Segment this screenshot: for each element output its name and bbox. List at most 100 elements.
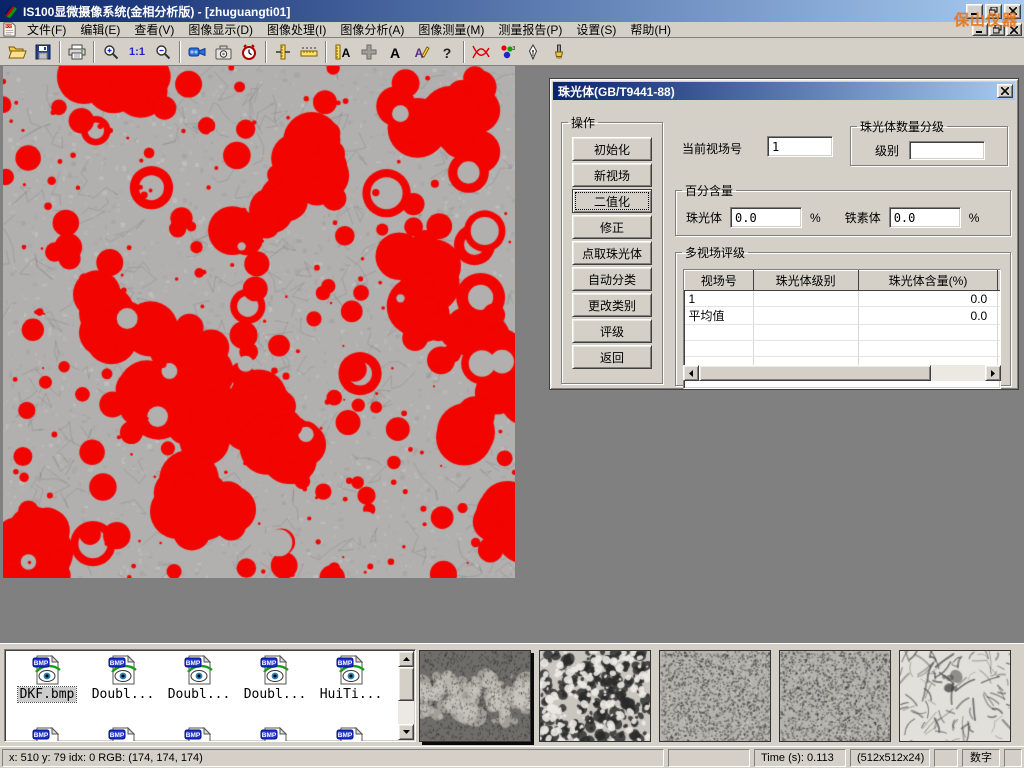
pearlite-percent-input[interactable] [730,207,802,228]
cell-grade [753,307,858,325]
toolbar-separator [93,41,95,63]
child-minimize-button[interactable] [972,23,988,36]
col-ferrite-content[interactable]: 铁素体含量(%) [998,271,1001,291]
col-pearlite-grade[interactable]: 珠光体级别 [753,271,858,291]
actual-size-button[interactable]: 1:1 [124,40,150,64]
minimize-button[interactable] [966,4,983,19]
thumbnail-3[interactable] [659,650,771,742]
document-icon[interactable]: DOC [2,22,17,37]
scroll-right-arrow[interactable] [985,365,1001,381]
file-item-doubl-2[interactable]: BMP Doubl... [161,654,237,702]
scroll-thumb[interactable] [699,365,931,381]
file-item[interactable]: BMP [313,726,389,742]
operations-group-label: 操作 [568,114,598,131]
open-file-button[interactable] [4,40,30,64]
dialog-close-button[interactable] [997,84,1013,98]
grid-cross-button[interactable] [356,40,382,64]
ruler-button[interactable] [296,40,322,64]
brush-tool-button[interactable] [546,40,572,64]
col-pearlite-content[interactable]: 珠光体含量(%) [858,271,997,291]
status-cursor-position: x: 510 y: 79 idx: 0 RGB: (174, 174, 174) [2,749,664,767]
video-camera-button[interactable] [184,40,210,64]
grade-button[interactable]: 评级 [572,319,652,343]
timer-clock-button[interactable] [236,40,262,64]
menu-help[interactable]: 帮助(H) [623,22,678,38]
grade-group-label: 珠光体数量分级 [857,118,947,135]
correct-button[interactable]: 修正 [572,215,652,239]
current-view-input[interactable] [767,136,833,157]
scroll-left-arrow[interactable] [683,365,699,381]
status-time: Time (s): 0.113 [754,749,846,767]
thumbnail-5[interactable] [899,650,1011,742]
file-item[interactable]: BMP [161,726,237,742]
menu-edit[interactable]: 编辑(E) [73,22,127,38]
multi-field-grading-group: 多视场评级 视场号 珠光体级别 珠光体含量(%) 铁素体含量(%) 1 [675,244,1011,386]
cell-view: 平均值 [685,307,754,325]
new-field-button[interactable]: 新视场 [572,163,652,187]
menu-settings[interactable]: 设置(S) [569,22,623,38]
child-restore-button[interactable] [989,23,1005,36]
file-item[interactable]: BMP [85,726,161,742]
child-close-button[interactable] [1006,23,1022,36]
window-title: IS100显微摄像系统(金相分析版) - [zhuguangti01] [23,3,290,20]
file-item[interactable]: BMP [9,726,85,742]
thumbnail-1[interactable] [419,650,531,742]
scroll-thumb[interactable] [398,667,414,701]
table-row[interactable]: 1 0.0 [685,291,1002,307]
pick-pearlite-button[interactable]: 点取珠光体 [572,241,652,265]
menu-image-analysis[interactable]: 图像分析(A) [333,22,411,38]
col-view-number[interactable]: 视场号 [685,271,754,291]
close-button[interactable] [1004,4,1021,19]
scroll-up-arrow[interactable] [398,651,414,667]
thumbnail-2[interactable] [539,650,651,742]
binarized-micrograph-image[interactable] [3,66,515,578]
file-item-dkf[interactable]: BMP DKF.bmp [9,654,85,702]
menu-image-processing[interactable]: 图像处理(I) [260,22,333,38]
capture-camera-button[interactable] [210,40,236,64]
restore-button[interactable] [985,4,1002,19]
file-item-doubl-1[interactable]: BMP Doubl... [85,654,161,702]
menu-image-measure[interactable]: 图像测量(M) [411,22,491,38]
print-button[interactable] [64,40,90,64]
file-item-doubl-3[interactable]: BMP Doubl... [237,654,313,702]
file-name: HuiTi... [320,687,383,702]
status-empty-panel [668,749,750,767]
ferrite-percent-input[interactable] [889,207,961,228]
caliper-button[interactable] [270,40,296,64]
menu-view[interactable]: 查看(V) [127,22,181,38]
measure-text-button[interactable]: A [330,40,356,64]
file-list-scrollbar[interactable] [398,651,414,740]
help-button[interactable]: ? [434,40,460,64]
dialog-title-bar[interactable]: 珠光体(GB/T9441-88) [553,82,1015,100]
text-button[interactable]: A [382,40,408,64]
scroll-down-arrow[interactable] [398,724,414,740]
bmp-file-icon: BMP [31,654,63,686]
auto-classify-button[interactable]: 自动分类 [572,267,652,291]
table-horizontal-scrollbar[interactable] [683,365,1001,381]
scroll-track[interactable] [931,365,985,381]
menu-measure-report[interactable]: 测量报告(P) [491,22,569,38]
save-button[interactable] [30,40,56,64]
binarize-button[interactable]: 二值化 [572,189,652,213]
return-button[interactable]: 返回 [572,345,652,369]
multi-field-grading-label: 多视场评级 [682,244,748,261]
zoom-in-button[interactable] [98,40,124,64]
toolbar-separator [265,41,267,63]
init-button[interactable]: 初始化 [572,137,652,161]
pen-tool-button[interactable] [520,40,546,64]
annotate-button[interactable]: A [408,40,434,64]
curve-tool-button[interactable] [468,40,494,64]
grade-input[interactable] [909,141,985,160]
file-item-huiti[interactable]: BMP HuiTi... [313,654,389,702]
menu-file[interactable]: 文件(F) [20,22,73,38]
menu-image-display[interactable]: 图像显示(D) [181,22,260,38]
classify-balls-button[interactable]: 3 [494,40,520,64]
file-item[interactable]: BMP [237,726,313,742]
change-class-button[interactable]: 更改类别 [572,293,652,317]
thumbnail-4[interactable] [779,650,891,742]
table-row[interactable]: 平均值 0.0 [685,307,1002,325]
grade-label: 级别 [875,142,899,159]
zoom-out-button[interactable] [150,40,176,64]
bmp-file-icon: BMP [259,726,291,742]
application-window: IS100显微摄像系统(金相分析版) - [zhuguangti01] 保山仪器… [0,0,1024,768]
